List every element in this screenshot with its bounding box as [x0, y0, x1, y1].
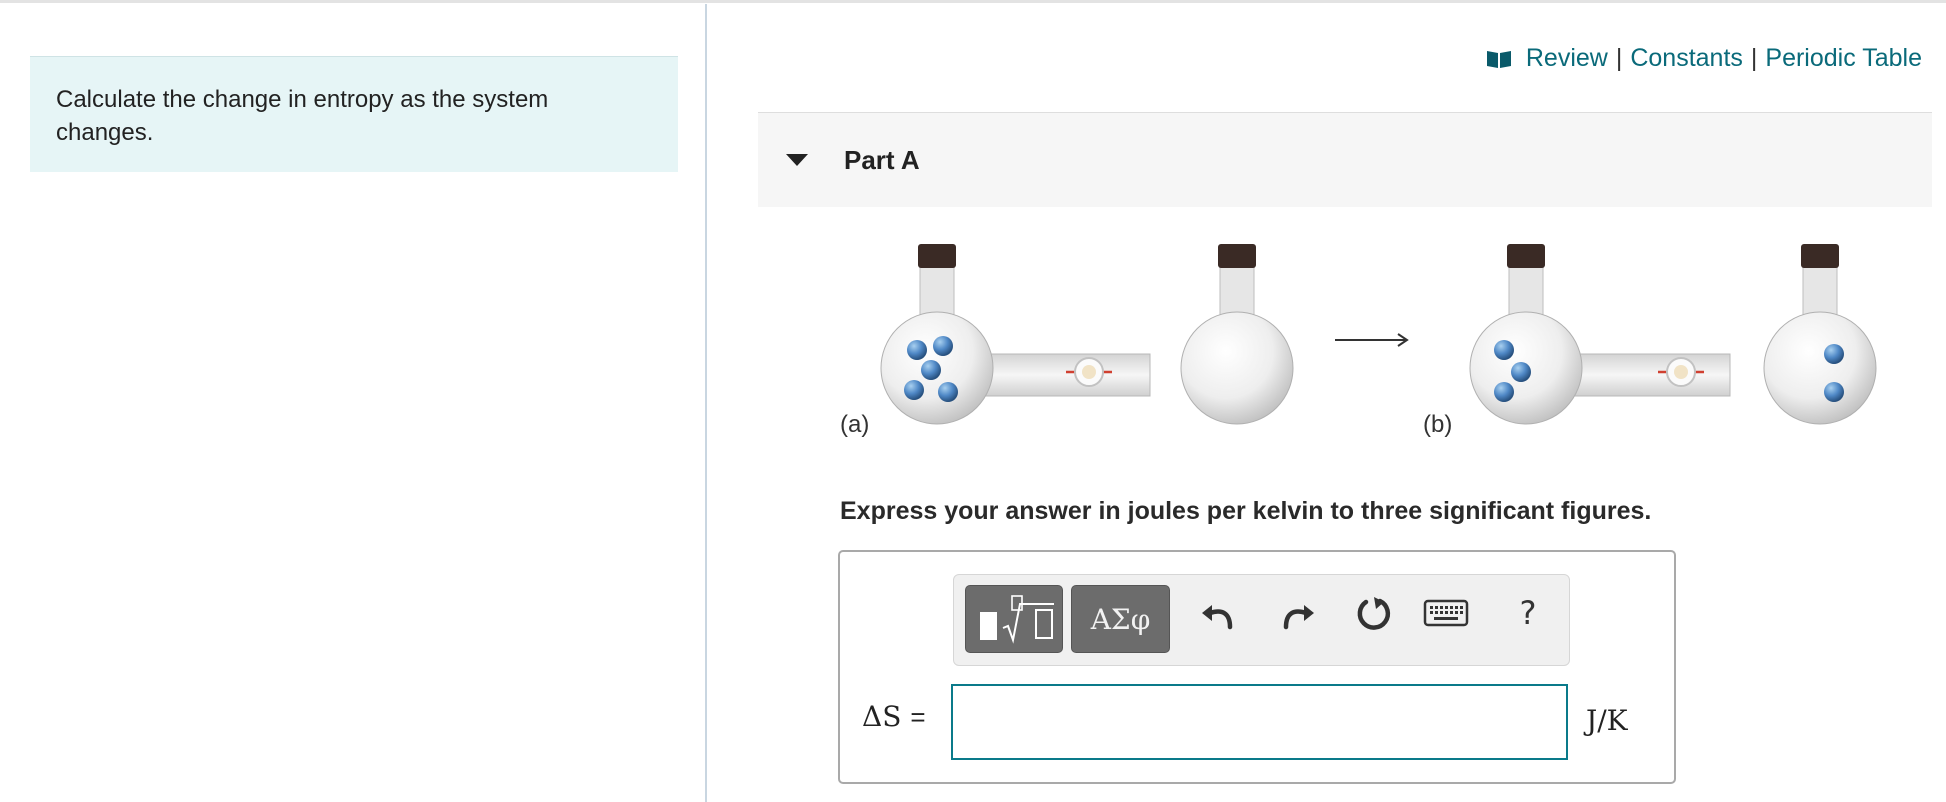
column-divider	[705, 4, 707, 802]
templates-icon	[980, 595, 1054, 644]
math-toolbar: ΑΣφ ?	[953, 574, 1570, 666]
problem-intro-text: Calculate the change in entropy as the s…	[56, 86, 549, 146]
label-a: (a)	[840, 411, 869, 438]
part-a-header[interactable]: Part A	[758, 112, 1932, 207]
constants-link[interactable]: Constants	[1630, 44, 1743, 73]
label-b: (b)	[1423, 411, 1452, 438]
answer-instruction: Express your answer in joules per kelvin…	[840, 497, 1652, 525]
review-link[interactable]: Review	[1526, 44, 1608, 73]
apparatus-a: (a)	[840, 244, 1294, 438]
reset-icon[interactable]	[1352, 591, 1396, 635]
templates-button[interactable]	[965, 585, 1063, 653]
answer-input[interactable]	[951, 684, 1568, 760]
help-label: ?	[1519, 594, 1537, 632]
redo-icon[interactable]	[1274, 591, 1318, 635]
help-button[interactable]: ?	[1506, 591, 1550, 635]
link-separator: |	[1615, 44, 1623, 72]
equals-sign: =	[910, 702, 926, 732]
answer-box: ΑΣφ ? ΔS = J/K	[838, 550, 1676, 784]
resource-links: Review | Constants | Periodic Table	[1486, 44, 1922, 73]
book-icon	[1486, 50, 1511, 68]
flask-diagram: (a) (b)	[840, 244, 1877, 438]
problem-intro: Calculate the change in entropy as the s…	[30, 56, 678, 172]
periodic-table-link[interactable]: Periodic Table	[1765, 44, 1922, 73]
apparatus-b: (b)	[1423, 244, 1877, 438]
keyboard-icon[interactable]	[1422, 591, 1470, 635]
variable-symbol: ΔS	[862, 700, 902, 733]
part-title: Part A	[844, 144, 920, 175]
arrow-icon	[1335, 333, 1409, 347]
collapse-triangle-icon[interactable]	[786, 154, 808, 166]
variable-label: ΔS =	[862, 700, 926, 733]
top-border	[0, 0, 1946, 3]
units-label: J/K	[1586, 704, 1628, 737]
link-separator: |	[1750, 44, 1758, 72]
undo-icon[interactable]	[1198, 591, 1242, 635]
greek-symbols-button[interactable]: ΑΣφ	[1071, 585, 1170, 653]
